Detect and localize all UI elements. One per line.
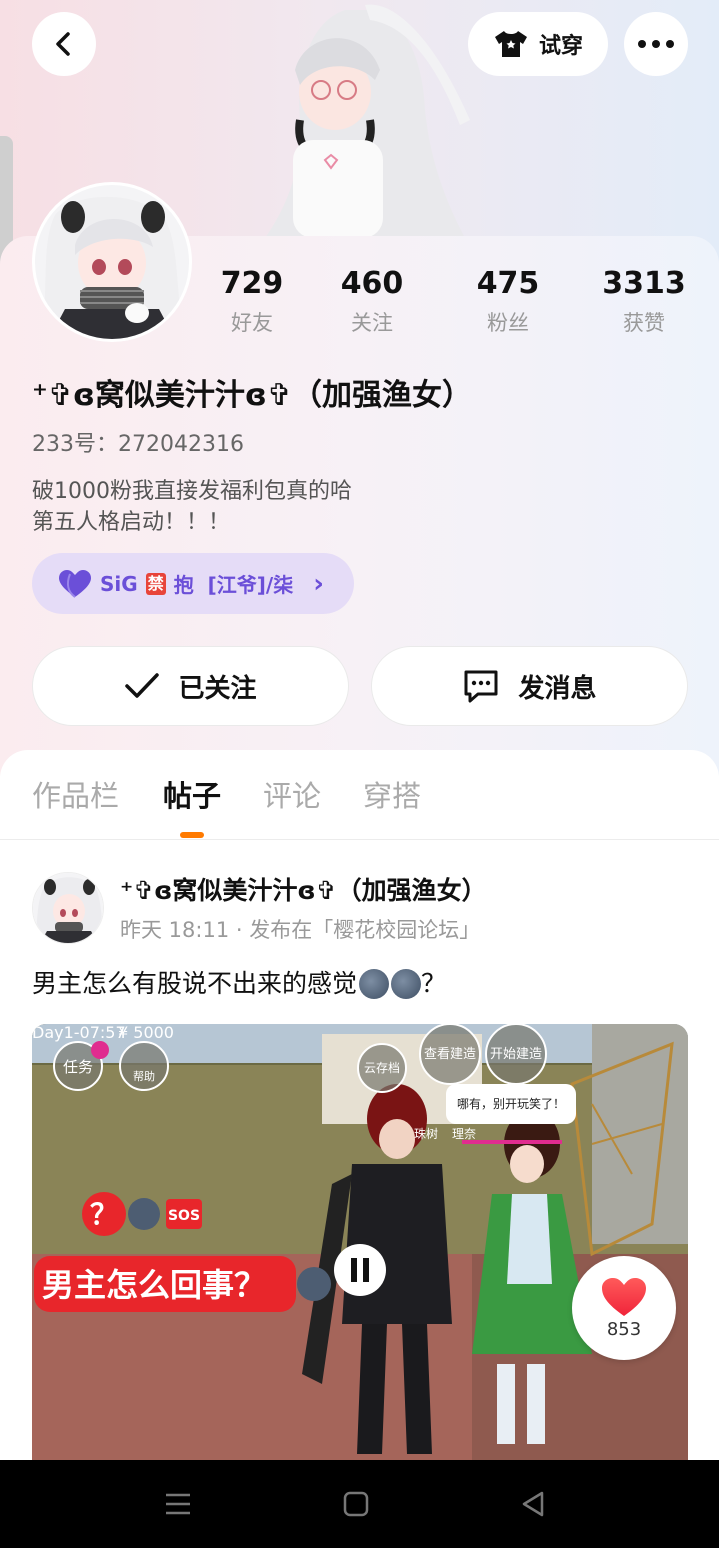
tab-outfits[interactable]: 穿搭 (363, 774, 421, 818)
npc-name-2: 理奈 (452, 1127, 476, 1141)
avatar-image (35, 185, 189, 339)
stat-value: 729 (220, 266, 284, 301)
hud-help: 帮助 (133, 1069, 155, 1083)
more-dots-icon (638, 40, 674, 48)
like-count: 853 (606, 1318, 642, 1340)
profile-bio: 破1000粉我直接发福利包真的哈 第五人格启动！！！ (32, 476, 352, 538)
try-on-button[interactable]: 试穿 (468, 12, 608, 76)
bio-line: 第五人格启动！！！ (32, 510, 231, 535)
profile-name: ⁺✞ɞ窝似美汁汁ɞ✞（加强渔女） (32, 378, 472, 413)
check-icon (125, 673, 160, 698)
home-icon[interactable] (342, 1490, 370, 1518)
post-author-name[interactable]: ⁺✞ɞ窝似美汁汁ɞ✞（加强渔女） (120, 872, 487, 910)
post-title[interactable]: 男主怎么有股说不出来的感觉 ？ (32, 964, 446, 1004)
back-button[interactable] (32, 12, 96, 76)
npc-name-1: 珠树 (414, 1126, 438, 1141)
ban-tag: 禁 (145, 572, 166, 595)
hud-task: 任务 (63, 1058, 93, 1076)
stat-value: 475 (476, 266, 540, 301)
system-navigation-bar (0, 1460, 719, 1548)
post-author-avatar[interactable] (32, 872, 104, 944)
tab-comments[interactable]: 评论 (263, 774, 321, 818)
stat-label: 关注 (351, 311, 393, 335)
active-tab-indicator (180, 832, 204, 838)
heart-icon (59, 569, 91, 598)
stat-value: 3313 (602, 266, 686, 301)
stat-following[interactable]: 460 关注 (307, 262, 437, 340)
caption-sos: SOS (168, 1208, 200, 1224)
moon-face-emoji-icon (391, 969, 422, 999)
post-title-text: 男主怎么有股说不出来的感觉 (32, 969, 358, 998)
send-message-label: 发消息 (518, 673, 597, 704)
stat-value: 460 (340, 266, 404, 301)
stat-fans[interactable]: 475 粉丝 (443, 262, 573, 340)
hud-start-build: 开始建造 (490, 1047, 542, 1062)
followed-button[interactable]: 已关注 (32, 646, 349, 726)
chevron-right-icon: › (313, 568, 324, 599)
chat-bubble-icon (464, 670, 498, 703)
stat-label: 获赞 (623, 311, 665, 335)
more-options-button[interactable] (624, 12, 688, 76)
caption-main: 男主怎么回事？ (42, 1266, 266, 1304)
badge-prefix: SiG (100, 571, 138, 596)
badge-text: 抱 [江爷]/柒 (173, 573, 294, 597)
post-meta: 昨天 18:11 · 发布在「樱花校园论坛」 (120, 918, 481, 942)
recent-apps-icon[interactable] (164, 1490, 192, 1518)
speech-bubble-text: 哪有，别开玩笑了！ (457, 1096, 565, 1111)
avatar-3d-character (265, 4, 470, 238)
profile-uid: 233号：272042316 (32, 432, 244, 457)
hud-money: ¥ 5000 (118, 1024, 174, 1042)
post-avatar-image (33, 873, 103, 943)
stat-friends[interactable]: 729 好友 (187, 262, 317, 340)
stat-label: 粉丝 (487, 311, 529, 335)
back-triangle-icon[interactable] (520, 1490, 548, 1518)
video-frame: Day1-07:57 ¥ 5000 任务 帮助 云存档 查看建造 开始建造 哪有… (32, 1024, 688, 1464)
hud-view-build: 查看建造 (424, 1046, 476, 1062)
group-badge[interactable]: SiG 禁 抱 [江爷]/柒 › (32, 553, 354, 614)
followed-label: 已关注 (178, 673, 257, 704)
stat-likes[interactable]: 3313 获赞 (579, 262, 709, 340)
caption-question: ？ (90, 1198, 118, 1231)
bio-line: 破1000粉我直接发福利包真的哈 (32, 479, 352, 504)
heart-filled-icon (602, 1277, 646, 1316)
try-on-label: 试穿 (538, 34, 583, 59)
shirt-icon (494, 31, 527, 57)
hud-day: Day1-07:57 (32, 1024, 126, 1042)
like-button[interactable]: 853 (572, 1256, 676, 1360)
tab-posts[interactable]: 帖子 (163, 774, 221, 818)
stat-label: 好友 (231, 311, 273, 335)
back-arrow-icon (56, 32, 70, 56)
post-video[interactable]: Day1-07:57 ¥ 5000 任务 帮助 云存档 查看建造 开始建造 哪有… (32, 1024, 688, 1464)
tab-works[interactable]: 作品栏 (32, 774, 119, 818)
hud-cloud: 云存档 (364, 1061, 400, 1075)
post-title-suffix: ？ (421, 969, 447, 998)
moon-face-emoji-icon (359, 969, 390, 999)
profile-avatar[interactable] (32, 182, 192, 342)
send-message-button[interactable]: 发消息 (371, 646, 688, 726)
